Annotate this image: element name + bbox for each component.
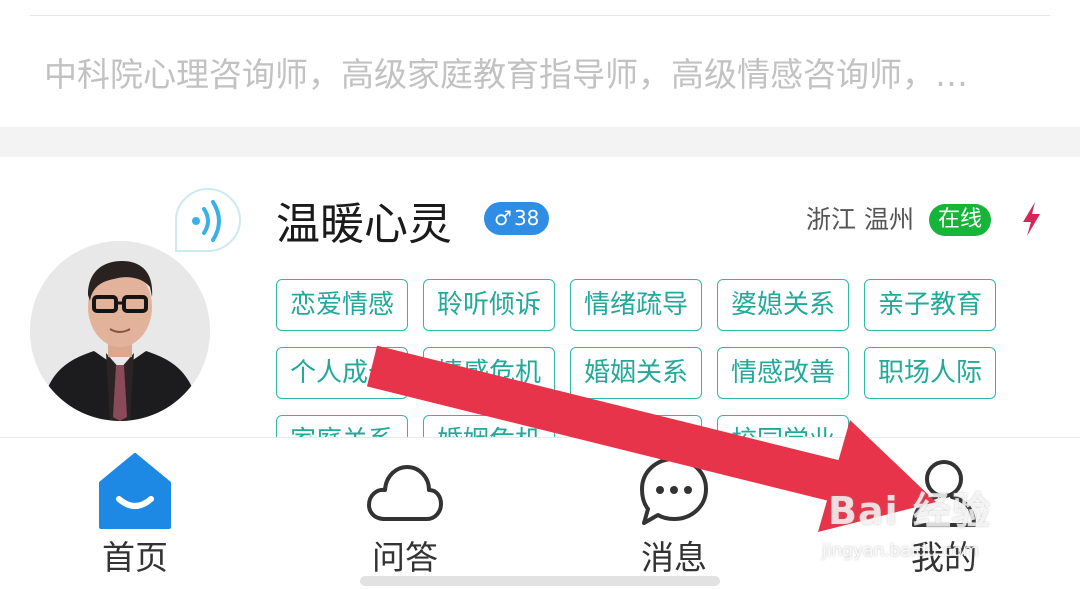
- watermark-logo: Bai 经验: [828, 489, 991, 533]
- tag-relationship-improve[interactable]: 情感改善: [717, 347, 849, 399]
- age-value: 38: [513, 206, 540, 230]
- online-status-badge: 在线: [929, 204, 992, 236]
- tag-romance[interactable]: 恋爱情感: [276, 279, 408, 331]
- tag-marriage[interactable]: 婚姻关系: [570, 347, 702, 399]
- nav-messages[interactable]: 消息: [574, 438, 774, 589]
- gender-age-badge: ♂ 38: [484, 202, 550, 235]
- cloud-icon: [367, 465, 443, 521]
- avatar-photo: [30, 241, 210, 421]
- tag-family[interactable]: 家庭关系: [276, 415, 408, 437]
- voice-intro-icon[interactable]: [174, 187, 242, 253]
- counselor-card[interactable]: 温暖心灵 ♂ 38 浙江 温州 在线 恋爱情感 聆听倾诉 情绪疏导 婆媳关系 亲…: [0, 157, 1080, 437]
- nav-home-label: 首页: [102, 538, 168, 577]
- tag-growth[interactable]: 个人成长: [276, 347, 408, 399]
- top-divider: [30, 15, 1050, 16]
- lightning-icon: [1023, 202, 1040, 236]
- tag-school[interactable]: 校园学业: [717, 415, 849, 437]
- chat-bubble-icon: [640, 457, 708, 525]
- location: 浙江 温州: [806, 205, 914, 234]
- tag-confusion[interactable]: 情感困惑: [570, 415, 702, 437]
- tag-workplace[interactable]: 职场人际: [864, 347, 996, 399]
- counselor-name: 温暖心灵: [276, 199, 452, 250]
- male-icon: ♂: [494, 206, 512, 230]
- section-separator: [0, 127, 1080, 157]
- counselor-bio: 中科院心理咨询师，高级家庭教育指导师，高级情感咨询师，…: [44, 55, 968, 94]
- tag-emotion-guidance[interactable]: 情绪疏导: [570, 279, 702, 331]
- home-icon: [99, 453, 171, 529]
- tag-parenting[interactable]: 亲子教育: [864, 279, 996, 331]
- nav-messages-label: 消息: [641, 538, 707, 577]
- home-indicator[interactable]: [360, 576, 720, 586]
- tag-listening[interactable]: 聆听倾诉: [423, 279, 555, 331]
- avatar[interactable]: [30, 241, 210, 421]
- nav-qa-label: 问答: [372, 538, 438, 577]
- tag-crisis[interactable]: 情感危机: [423, 347, 555, 399]
- watermark-url: jingyan.baidu.com: [822, 541, 979, 561]
- tag-marriage-crisis[interactable]: 婚姻危机: [423, 415, 555, 437]
- nav-home[interactable]: 首页: [35, 438, 235, 589]
- tag-in-law[interactable]: 婆媳关系: [717, 279, 849, 331]
- nav-qa[interactable]: 问答: [305, 438, 505, 589]
